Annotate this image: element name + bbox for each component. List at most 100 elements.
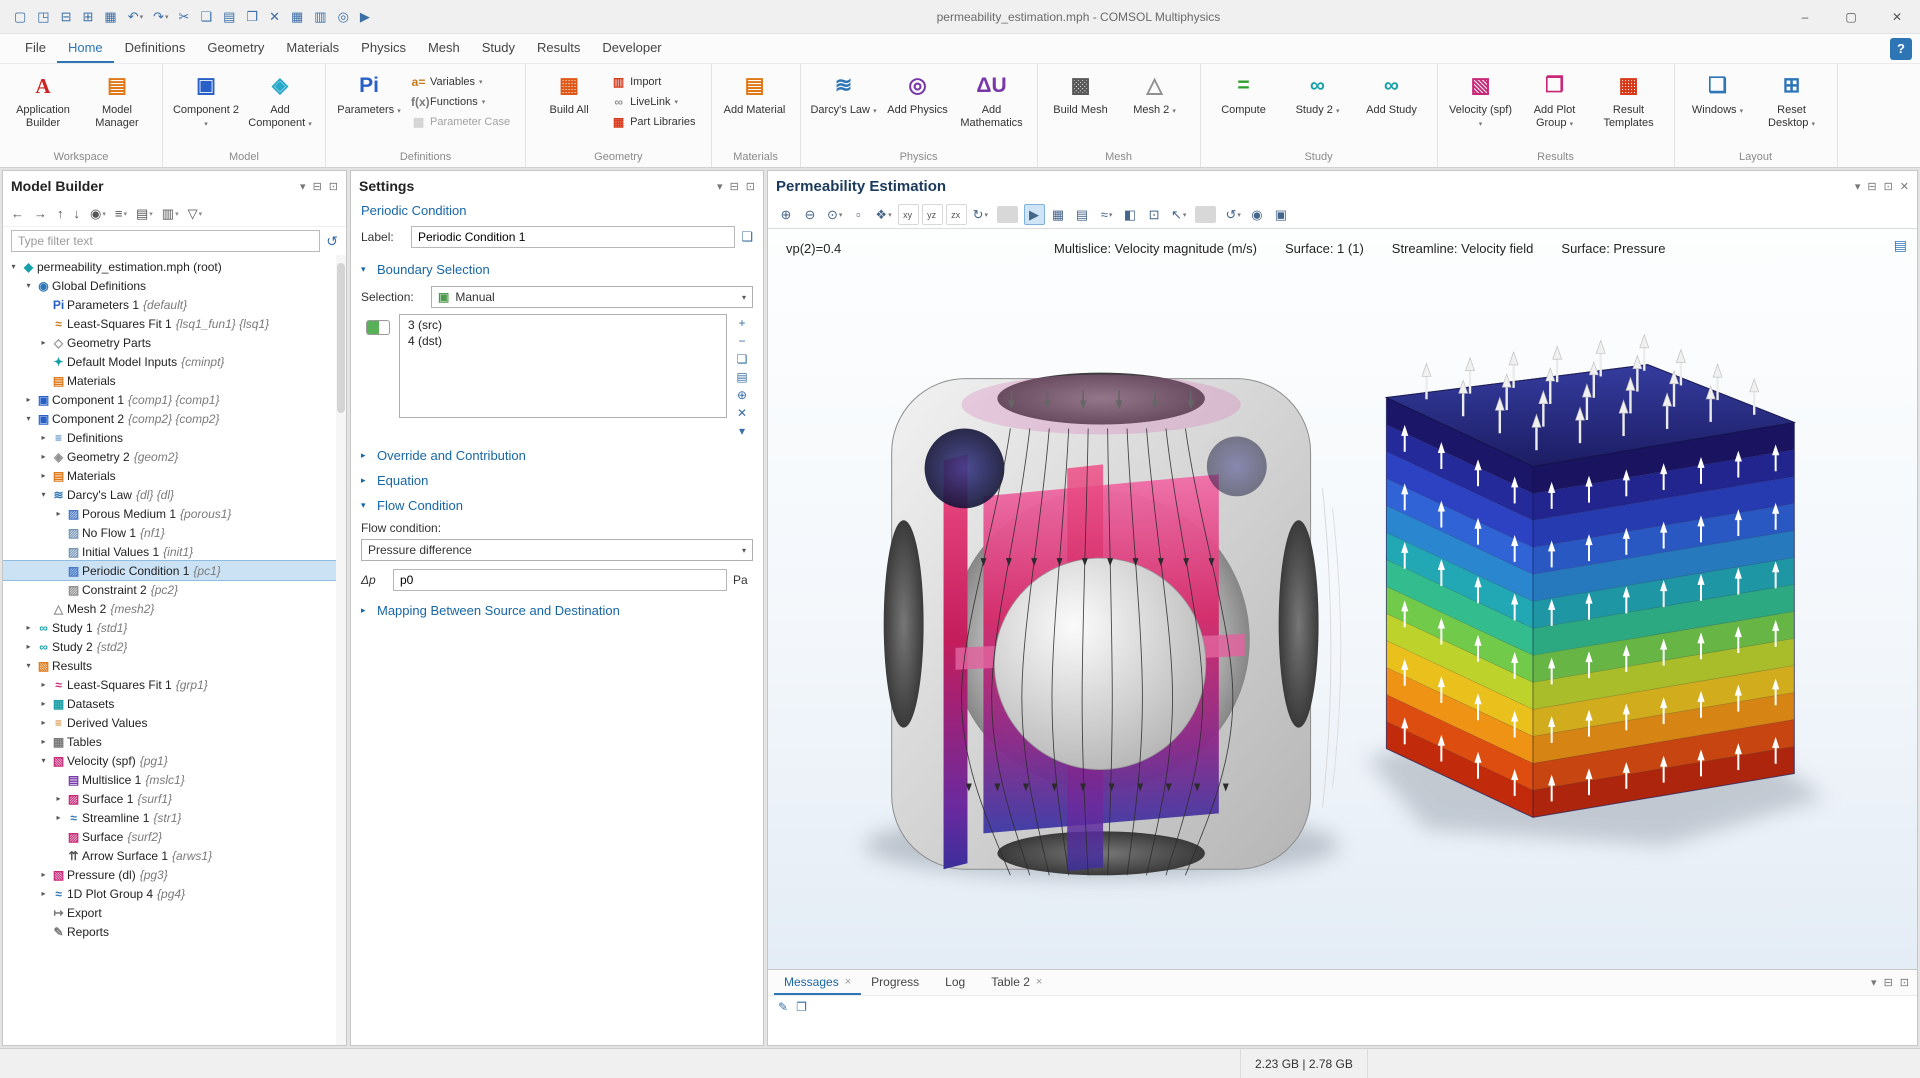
view-yz-button[interactable]: yz bbox=[922, 204, 943, 225]
tree-item-initial-values-1[interactable]: ▨ Initial Values 1 {init1} bbox=[3, 542, 346, 561]
tree-item-1d-plot-group-4[interactable]: ▸ ≈ 1D Plot Group 4 {pg4} bbox=[3, 884, 346, 903]
tree-expander[interactable]: ▸ bbox=[37, 889, 50, 898]
group-rows-icon[interactable]: ▤▾ bbox=[136, 206, 153, 222]
clear-selection-icon[interactable]: ✕ bbox=[737, 406, 747, 420]
close-icon[interactable]: ✕ bbox=[1900, 180, 1909, 193]
cut-icon[interactable]: ✂ bbox=[175, 5, 195, 29]
copy-icon[interactable]: ❏ bbox=[196, 5, 217, 29]
undo-icon[interactable]: ↶▾ bbox=[124, 5, 147, 29]
tree-item-darcys-law[interactable]: ▾ ≋ Darcy's Law {dl} {dl} bbox=[3, 485, 346, 504]
save-icon[interactable]: ⊟ bbox=[57, 5, 77, 29]
panel-menu-icon[interactable]: ▾ bbox=[300, 180, 306, 193]
table-icon[interactable]: ▤ bbox=[1072, 204, 1093, 225]
tree-item-constraint-2[interactable]: ▨ Constraint 2 {pc2} bbox=[3, 580, 346, 599]
tree-item-materials-global[interactable]: ▤ Materials bbox=[3, 371, 346, 390]
mesh-2-button[interactable]: △ Mesh 2 ▾ bbox=[1119, 68, 1191, 144]
velocity-group-button[interactable]: ▧ Velocity (spf) ▾ bbox=[1445, 68, 1517, 144]
float-icon[interactable]: ⊟ bbox=[313, 180, 322, 193]
selection-list-item[interactable]: 3 (src) bbox=[400, 317, 726, 333]
add-mathematics-button[interactable]: ΔU Add Mathematics bbox=[956, 68, 1028, 144]
menu-materials[interactable]: Materials bbox=[275, 34, 350, 63]
view-icon[interactable]: ❖▾ bbox=[872, 204, 894, 225]
redo-icon[interactable]: ↷▾ bbox=[149, 5, 172, 29]
selection-list-item[interactable]: 4 (dst) bbox=[400, 333, 726, 349]
add-study-button[interactable]: ∞ Add Study bbox=[1356, 68, 1428, 144]
clear-messages-icon[interactable]: ✎ bbox=[778, 1000, 788, 1014]
split-view-icon[interactable]: ◧ bbox=[1120, 204, 1141, 225]
compute-button[interactable]: = Compute bbox=[1208, 68, 1280, 144]
menu-definitions[interactable]: Definitions bbox=[114, 34, 197, 63]
tree-expander[interactable]: ▸ bbox=[52, 813, 65, 822]
add-selection-icon[interactable]: + bbox=[738, 316, 745, 330]
tree-item-tables[interactable]: ▸ ▦ Tables bbox=[3, 732, 346, 751]
tree-expander[interactable]: ▸ bbox=[37, 718, 50, 727]
tree-expander[interactable]: ▸ bbox=[37, 338, 50, 347]
result-templates-button[interactable]: ▦ Result Templates bbox=[1593, 68, 1665, 144]
add-plot-group-button[interactable]: ❐ Add Plot Group ▾ bbox=[1519, 68, 1591, 144]
tree-expander[interactable]: ▸ bbox=[22, 642, 35, 651]
tree-expander[interactable]: ▾ bbox=[22, 281, 35, 290]
menu-home[interactable]: Home bbox=[57, 34, 114, 63]
windows-button[interactable]: ❏ Windows ▾ bbox=[1682, 68, 1754, 144]
float-icon[interactable]: ⊟ bbox=[1884, 976, 1893, 989]
rotate-icon[interactable]: ↻▾ bbox=[970, 204, 991, 225]
selection-dropdown[interactable]: ▣ Manual ▾ bbox=[431, 286, 753, 308]
paste-icon[interactable]: ▤ bbox=[219, 5, 240, 29]
tree-item-study-1[interactable]: ▸ ∞ Study 1 {std1} bbox=[3, 618, 346, 637]
tree-item-porous-medium-1[interactable]: ▸ ▨ Porous Medium 1 {porous1} bbox=[3, 504, 346, 523]
tab-table-2[interactable]: Table 2 × bbox=[981, 970, 1052, 995]
tree-expander[interactable]: ▸ bbox=[37, 471, 50, 480]
menu-mesh[interactable]: Mesh bbox=[417, 34, 471, 63]
open-icon[interactable]: ◳ bbox=[33, 5, 54, 29]
tree-item-multislice-1[interactable]: ▤ Multislice 1 {mslc1} bbox=[3, 770, 346, 789]
zoom-box-icon[interactable]: ▫ bbox=[848, 204, 869, 225]
boundary-selection-list[interactable]: 3 (src)4 (dst) bbox=[399, 314, 727, 418]
tree-expander[interactable]: ▾ bbox=[22, 414, 35, 423]
application-builder-button[interactable]: A Application Builder bbox=[7, 68, 79, 144]
plot-icon[interactable]: ▶ bbox=[1024, 204, 1045, 225]
dock-icon[interactable]: ⊡ bbox=[746, 180, 755, 193]
active-toggle[interactable] bbox=[366, 320, 390, 335]
update-icon[interactable]: ↺▾ bbox=[1222, 204, 1243, 225]
copy-messages-icon[interactable]: ❐ bbox=[796, 1000, 807, 1014]
tab-log[interactable]: Log bbox=[935, 970, 981, 995]
tree-item-export[interactable]: ↦ Export bbox=[3, 903, 346, 922]
paste-selection-icon[interactable]: ▤ bbox=[736, 370, 747, 384]
import-button[interactable]: ▥ Import bbox=[607, 74, 703, 90]
flow-condition-dropdown[interactable]: Pressure difference ▾ bbox=[361, 539, 753, 561]
tab-progress[interactable]: Progress bbox=[861, 970, 935, 995]
tree-item-component-1[interactable]: ▸ ▣ Component 1 {comp1} {comp1} bbox=[3, 390, 346, 409]
zoom-in-icon[interactable]: ⊕ bbox=[776, 204, 797, 225]
new-file-icon[interactable]: ▢ bbox=[10, 5, 31, 29]
tree-item-surface-2[interactable]: ▨ Surface {surf2} bbox=[3, 827, 346, 846]
tree-expander[interactable]: ▸ bbox=[22, 395, 35, 404]
menu-study[interactable]: Study bbox=[471, 34, 526, 63]
panel-menu-icon[interactable]: ▾ bbox=[717, 180, 723, 193]
tree-item-geometry-2[interactable]: ▸ ◈ Geometry 2 {geom2} bbox=[3, 447, 346, 466]
tree-item-datasets[interactable]: ▸ ▦ Datasets bbox=[3, 694, 346, 713]
menu-results[interactable]: Results bbox=[526, 34, 591, 63]
tree-item-pressure-dl[interactable]: ▸ ▧ Pressure (dl) {pg3} bbox=[3, 865, 346, 884]
print-icon[interactable]: ▣ bbox=[1271, 204, 1292, 225]
tree-item-materials-comp2[interactable]: ▸ ▤ Materials bbox=[3, 466, 346, 485]
float-icon[interactable]: ⊟ bbox=[1867, 180, 1876, 193]
tree-item-velocity-spf[interactable]: ▾ ▧ Velocity (spf) {pg1} bbox=[3, 751, 346, 770]
boundary-selection-header[interactable]: ▾ Boundary Selection bbox=[361, 262, 753, 277]
parameter-case-button[interactable]: ▦ Parameter Case bbox=[407, 114, 518, 130]
menu-file[interactable]: File bbox=[14, 34, 57, 63]
tree-expander[interactable]: ▸ bbox=[37, 699, 50, 708]
copy-selection-icon[interactable]: ❏ bbox=[737, 352, 748, 366]
close-tab-icon[interactable]: × bbox=[845, 976, 851, 988]
tree-item-mesh-2[interactable]: △ Mesh 2 {mesh2} bbox=[3, 599, 346, 618]
tree-expander[interactable]: ▾ bbox=[37, 756, 50, 765]
panel-menu-icon[interactable]: ▾ bbox=[1871, 976, 1877, 989]
menu-developer[interactable]: Developer bbox=[591, 34, 672, 63]
tree-item-definitions[interactable]: ▸ ≡ Definitions bbox=[3, 428, 346, 447]
component-button[interactable]: ▣ Component 2 ▾ bbox=[170, 68, 242, 144]
view-xy-button[interactable]: xy bbox=[898, 204, 919, 225]
maximize-icon[interactable]: ⊡ bbox=[1900, 976, 1909, 989]
menu-geometry[interactable]: Geometry bbox=[196, 34, 275, 63]
tree-expander[interactable]: ▾ bbox=[37, 490, 50, 499]
snapshot-icon[interactable]: ◉ bbox=[1247, 204, 1268, 225]
tree-item-root[interactable]: ▾ ◆ permeability_estimation.mph (root) bbox=[3, 257, 346, 276]
